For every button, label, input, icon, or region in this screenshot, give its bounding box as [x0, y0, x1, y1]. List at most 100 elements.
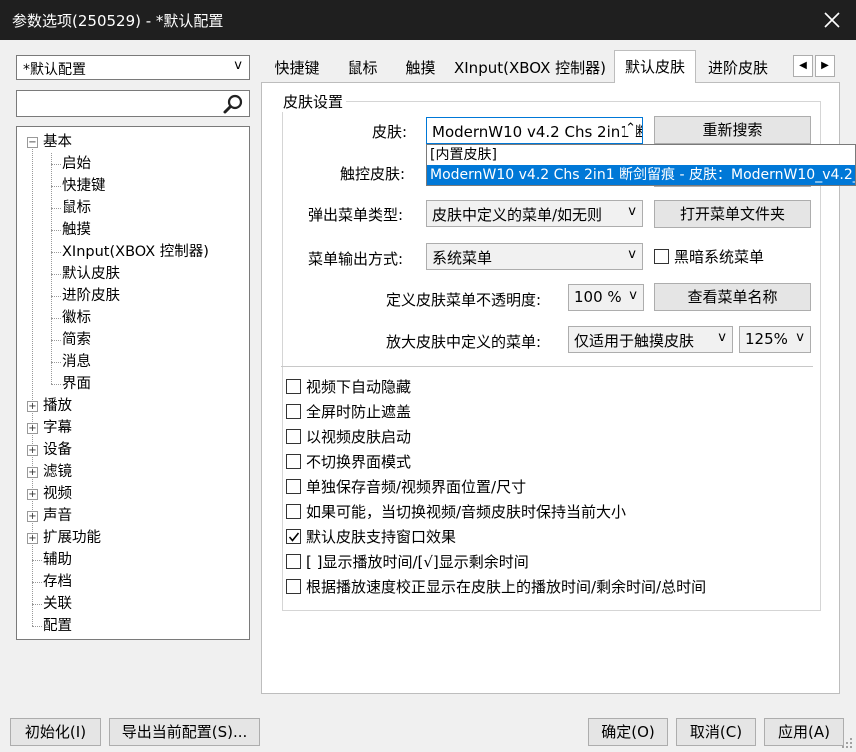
divider — [281, 366, 813, 367]
expand-icon[interactable]: + — [27, 533, 38, 544]
expand-icon[interactable]: + — [27, 489, 38, 500]
tree-connector — [51, 186, 61, 187]
option-label: 以视频皮肤启动 — [306, 428, 412, 446]
checkbox-box[interactable] — [286, 429, 301, 444]
expand-icon[interactable]: + — [27, 401, 38, 412]
init-button[interactable]: 初始化(I) — [10, 718, 101, 746]
option-checkbox-0[interactable]: 视频下自动隐藏 — [286, 377, 806, 397]
view-menu-name-button[interactable]: 查看菜单名称 — [654, 283, 811, 311]
expand-icon[interactable]: + — [27, 423, 38, 434]
menu-output-value: 系统菜单 — [432, 249, 493, 267]
settings-tree: − 基本 启始 快捷键 鼠标 触摸 XInput(XBOX 控制器) 默认皮肤 进阶皮肤 徽标 简索… — [16, 126, 250, 640]
skin-dropdown-list: [内置皮肤] ModernW10 v4.2 Chs 2in1 断剑留痕 - 皮肤… — [426, 144, 856, 186]
option-label: 单独保存音频/视频界面位置/尺寸 — [306, 478, 527, 496]
tree-subitem-label: 消息 — [62, 354, 91, 370]
profile-select-value: *默认配置 — [23, 62, 86, 78]
export-config-button[interactable]: 导出当前配置(S)... — [109, 718, 260, 746]
tree-connector — [51, 164, 61, 165]
tree-connector — [51, 230, 61, 231]
checkbox-box[interactable] — [286, 579, 301, 594]
option-label: 默认皮肤支持窗口效果 — [306, 528, 457, 546]
option-checkbox-1[interactable]: 全屏时防止遮盖 — [286, 402, 806, 422]
ok-button[interactable]: 确定(O) — [588, 718, 668, 746]
expand-icon[interactable]: + — [27, 511, 38, 522]
option-label: 不切换界面模式 — [306, 453, 412, 471]
tree-subitem-label: 默认皮肤 — [62, 266, 120, 282]
skin-combo[interactable]: ModernW10 v4.2 Chs 2in1 断 ⌃ — [426, 117, 643, 144]
option-label: 根据播放速度校正显示在皮肤上的播放时间/剩余时间/总时间 — [306, 578, 707, 596]
search-icon[interactable] — [222, 93, 244, 115]
checkbox-box[interactable] — [286, 379, 301, 394]
search-input[interactable] — [17, 91, 217, 115]
tree-connector — [51, 274, 61, 275]
tab-scroll-right-icon[interactable]: ▶ — [815, 55, 835, 77]
resize-grip-icon[interactable] — [841, 737, 853, 749]
checkbox-box[interactable] — [286, 479, 301, 494]
dark-menu-checkbox[interactable]: 黑暗系统菜单 — [654, 247, 814, 267]
option-checkbox-4[interactable]: 单独保存音频/视频界面位置/尺寸 — [286, 477, 806, 497]
tab-2[interactable]: 触摸 — [393, 52, 448, 82]
opacity-combo[interactable]: 100 % v — [568, 284, 644, 311]
enlarge-scale-combo[interactable]: 125% v — [739, 326, 811, 353]
dropdown-option-modernw10[interactable]: ModernW10 v4.2 Chs 2in1 断剑留痕 - 皮肤：Modern… — [427, 165, 855, 185]
enlarge-mode-combo[interactable]: 仅适用于触摸皮肤 v — [568, 326, 733, 353]
tree-item-label: 存档 — [43, 574, 72, 590]
tab-3[interactable]: XInput(XBOX 控制器) — [450, 52, 610, 82]
expand-icon[interactable]: + — [27, 467, 38, 478]
apply-button[interactable]: 应用(A) — [764, 718, 844, 746]
enlarge-label: 放大皮肤中定义的菜单: — [386, 333, 542, 351]
tree-item-label: 视频 — [43, 486, 72, 502]
cancel-button[interactable]: 取消(C) — [676, 718, 756, 746]
checkbox-box[interactable] — [286, 504, 301, 519]
tree-connector — [51, 252, 61, 253]
enlarge-scale-value: 125% — [745, 330, 788, 348]
popup-menu-value: 皮肤中定义的菜单/如无则 — [432, 206, 603, 224]
option-checkbox-6[interactable]: 默认皮肤支持窗口效果 — [286, 527, 806, 547]
dropdown-option-builtin[interactable]: [内置皮肤] — [427, 145, 855, 165]
tree-item-label: 关联 — [43, 596, 72, 612]
tab-5[interactable]: 进阶皮肤 — [698, 52, 778, 82]
search-box[interactable] — [16, 90, 250, 117]
opacity-label: 定义皮肤菜单不透明度: — [386, 291, 542, 309]
checkbox-box[interactable] — [286, 454, 301, 469]
checkbox-box[interactable] — [286, 554, 301, 569]
option-checkbox-5[interactable]: 如果可能，当切换视频/音频皮肤时保持当前大小 — [286, 502, 806, 522]
checkmark-icon[interactable] — [286, 529, 301, 544]
tree-item-label: 设备 — [43, 442, 72, 458]
chevron-down-icon: v — [628, 204, 636, 219]
tree-connector — [32, 560, 42, 561]
option-checkbox-2[interactable]: 以视频皮肤启动 — [286, 427, 806, 447]
collapse-icon[interactable]: − — [27, 137, 38, 148]
tab-0[interactable]: 快捷键 — [262, 52, 332, 82]
skin-combo-value: ModernW10 v4.2 Chs 2in1 断 — [432, 123, 643, 141]
tree-subitem-label: 简索 — [62, 332, 91, 348]
expand-icon[interactable]: + — [27, 445, 38, 456]
tab-1[interactable]: 鼠标 — [334, 52, 391, 82]
tree-connector — [51, 340, 61, 341]
tree-item-label: 播放 — [43, 398, 72, 414]
open-menu-folder-button[interactable]: 打开菜单文件夹 — [654, 200, 811, 228]
chevron-up-icon: ⌃ — [625, 121, 636, 136]
enlarge-mode-value: 仅适用于触摸皮肤 — [574, 332, 695, 350]
checkbox-box[interactable] — [286, 404, 301, 419]
checkbox-box[interactable] — [654, 249, 669, 264]
profile-select[interactable]: *默认配置 v — [16, 55, 250, 80]
research-button[interactable]: 重新搜索 — [654, 116, 811, 144]
tab-scroll-left-icon[interactable]: ◀ — [793, 55, 813, 77]
tab-4[interactable]: 默认皮肤 — [614, 50, 696, 83]
tree-subitem-label: XInput(XBOX 控制器) — [62, 244, 209, 260]
menu-output-combo[interactable]: 系统菜单 v — [426, 243, 643, 270]
tree-item-label: 扩展功能 — [43, 530, 101, 546]
tree-connector — [51, 153, 52, 384]
option-checkbox-7[interactable]: [ ]显示播放时间/[√]显示剩余时间 — [286, 552, 806, 572]
chevron-down-icon: v — [629, 288, 637, 303]
popup-menu-combo[interactable]: 皮肤中定义的菜单/如无则 v — [426, 200, 643, 227]
tree-subitem-label: 启始 — [62, 156, 91, 172]
close-icon[interactable] — [818, 6, 846, 34]
option-checkbox-8[interactable]: 根据播放速度校正显示在皮肤上的播放时间/剩余时间/总时间 — [286, 577, 806, 597]
dark-menu-label: 黑暗系统菜单 — [674, 248, 765, 266]
tree-connector — [51, 384, 61, 385]
option-checkbox-3[interactable]: 不切换界面模式 — [286, 452, 806, 472]
option-label: 全屏时防止遮盖 — [306, 403, 412, 421]
tree-item-label: 声音 — [43, 508, 72, 524]
